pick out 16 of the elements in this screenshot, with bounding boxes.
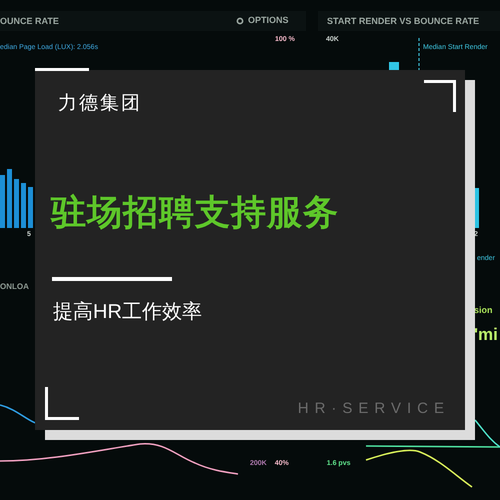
corner-mark: [35, 68, 89, 71]
chart-bar: [389, 62, 399, 70]
corner-bracket: [45, 387, 79, 420]
panel-title: START RENDER VS BOUNCE RATE: [327, 15, 480, 27]
corner-bracket: [424, 80, 456, 112]
tagline: HR·SERVICE: [298, 399, 450, 419]
median-line: [418, 38, 420, 70]
options-button[interactable]: OPTIONS: [236, 14, 289, 28]
headline: 驻场招聘支持服务: [51, 192, 339, 234]
panel-title: OUNCE RATE: [0, 15, 59, 28]
subtitle: 提高HR工作效率: [53, 300, 202, 325]
settings-icon: [236, 16, 244, 25]
brand-name: 力德集团: [58, 92, 142, 116]
panel-title: sion: [474, 304, 493, 317]
panel-title: ONLOA: [0, 281, 29, 293]
metric-value: 'mi: [474, 324, 498, 346]
